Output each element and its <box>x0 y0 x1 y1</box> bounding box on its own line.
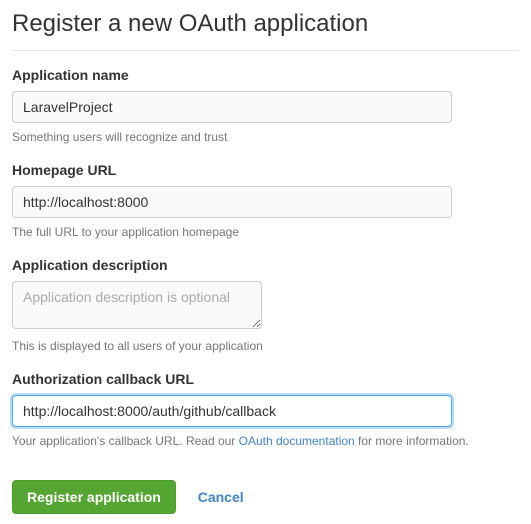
page-title: Register a new OAuth application <box>12 10 519 38</box>
cancel-button[interactable]: Cancel <box>198 489 244 505</box>
description-helper: This is displayed to all users of your a… <box>12 339 519 353</box>
callback-helper: Your application's callback URL. Read ou… <box>12 434 519 448</box>
description-input[interactable] <box>12 281 262 329</box>
field-description: Application description This is displaye… <box>12 257 519 353</box>
callback-input[interactable] <box>12 395 452 427</box>
field-homepage: Homepage URL The full URL to your applic… <box>12 162 519 239</box>
homepage-helper: The full URL to your application homepag… <box>12 225 519 239</box>
app-name-label: Application name <box>12 67 519 83</box>
callback-helper-prefix: Your application's callback URL. Read ou… <box>12 434 239 448</box>
field-callback: Authorization callback URL Your applicat… <box>12 371 519 448</box>
callback-label: Authorization callback URL <box>12 371 519 387</box>
homepage-label: Homepage URL <box>12 162 519 178</box>
app-name-input[interactable] <box>12 91 452 123</box>
callback-helper-suffix: for more information. <box>355 434 469 448</box>
register-button[interactable]: Register application <box>12 480 176 514</box>
description-label: Application description <box>12 257 519 273</box>
app-name-helper: Something users will recognize and trust <box>12 130 519 144</box>
divider <box>12 50 519 51</box>
field-app-name: Application name Something users will re… <box>12 67 519 144</box>
actions-row: Register application Cancel <box>12 466 519 514</box>
oauth-docs-link[interactable]: OAuth documentation <box>239 434 355 448</box>
homepage-input[interactable] <box>12 186 452 218</box>
